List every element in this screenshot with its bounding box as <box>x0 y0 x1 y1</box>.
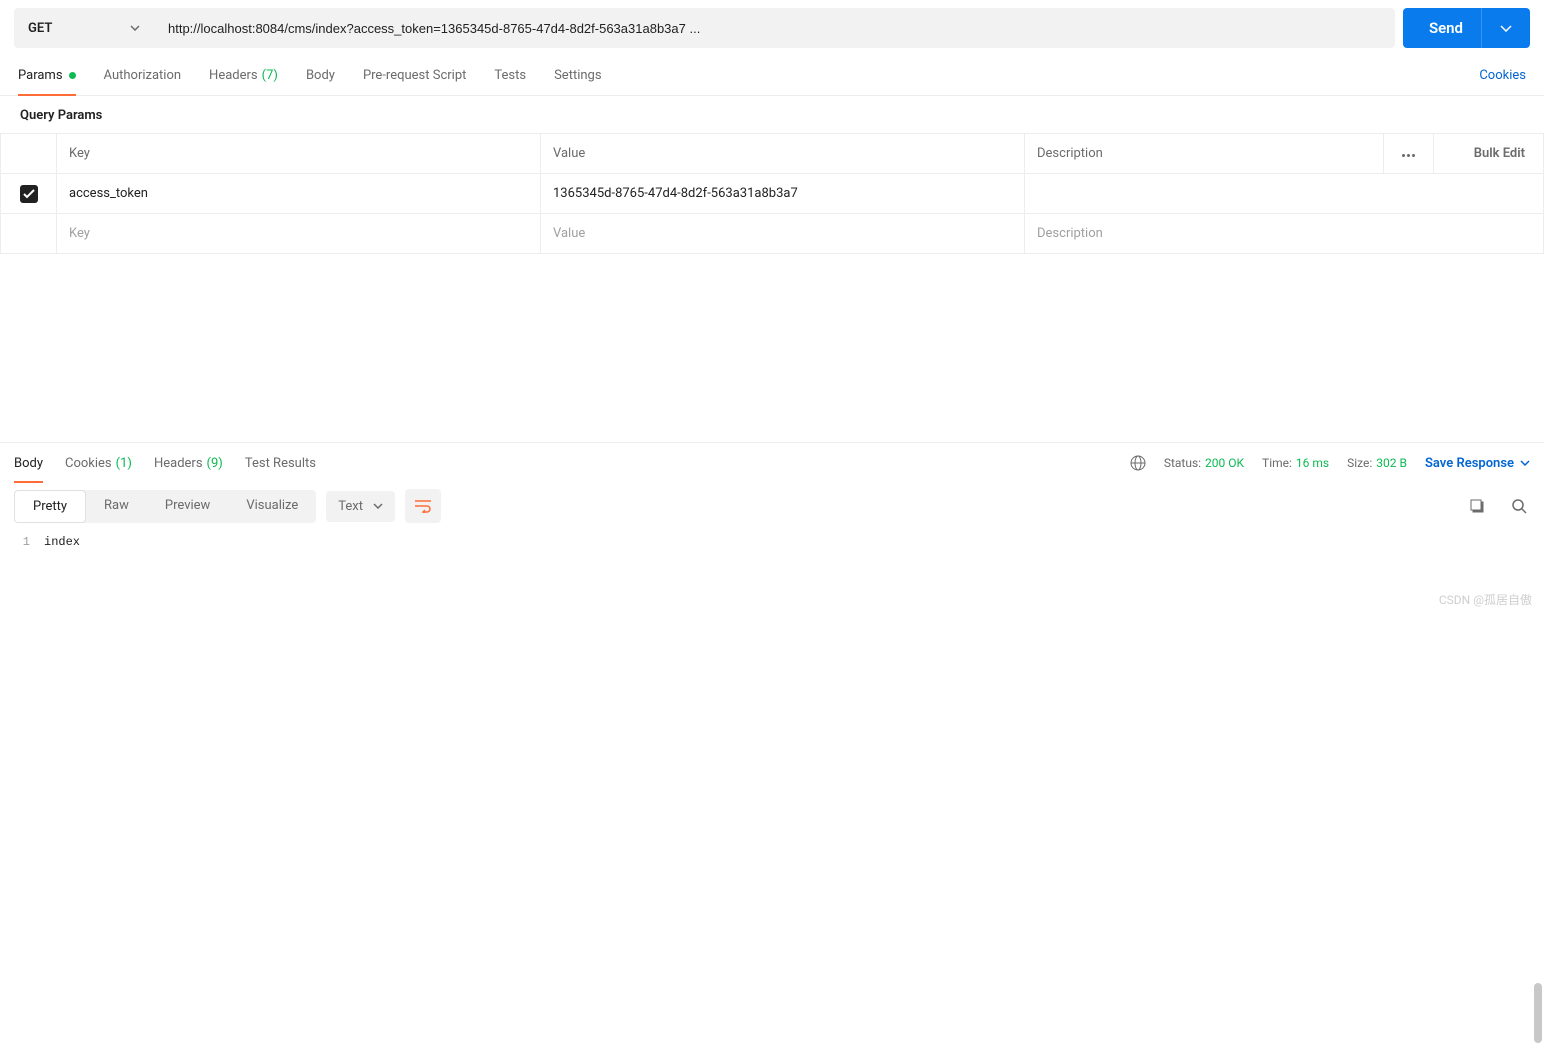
copy-icon <box>1469 498 1485 514</box>
view-raw-button[interactable]: Raw <box>86 490 147 523</box>
tab-label: Pre-request Script <box>363 68 466 83</box>
cookies-link[interactable]: Cookies <box>1479 68 1526 83</box>
chevron-down-icon <box>1520 460 1530 466</box>
table-row[interactable]: access_token 1365345d-8765-47d4-8d2f-563… <box>1 174 1544 214</box>
cookies-label: Cookies <box>1479 68 1526 83</box>
more-columns-icon <box>1402 154 1415 157</box>
tab-label: Headers <box>209 68 258 83</box>
copy-button[interactable] <box>1466 495 1488 517</box>
table-row-empty[interactable]: Key Value Description <box>1 214 1544 254</box>
resp-tab-headers[interactable]: Headers (9) <box>154 443 223 483</box>
url-input[interactable] <box>154 8 1395 48</box>
checkbox-checked-icon[interactable] <box>20 185 38 203</box>
resp-tab-testresults[interactable]: Test Results <box>245 443 316 483</box>
tab-count: (7) <box>262 68 278 83</box>
http-method-select[interactable]: GET <box>14 8 154 48</box>
size-value: 302 B <box>1376 456 1407 470</box>
tab-label: Body <box>306 68 335 83</box>
params-table: Key Value Description Bulk Edit access_t… <box>0 133 1544 254</box>
col-key-header: Key <box>57 134 541 174</box>
format-label: Text <box>338 499 363 514</box>
tab-tests[interactable]: Tests <box>494 56 526 95</box>
tab-headers[interactable]: Headers (7) <box>209 56 278 95</box>
tab-settings[interactable]: Settings <box>554 56 601 95</box>
placeholder-description: Description <box>1037 226 1103 241</box>
query-params-title: Query Params <box>0 96 1544 133</box>
code-line: index <box>44 535 80 549</box>
tab-authorization[interactable]: Authorization <box>104 56 182 95</box>
col-description-header: Description <box>1025 134 1384 174</box>
param-value-cell[interactable]: 1365345d-8765-47d4-8d2f-563a31a8b3a7 <box>541 174 1025 214</box>
tab-label: Test Results <box>245 456 316 471</box>
resp-tab-body[interactable]: Body <box>14 443 43 483</box>
tab-label: Settings <box>554 68 601 83</box>
col-value-header: Value <box>541 134 1025 174</box>
view-preview-button[interactable]: Preview <box>147 490 228 523</box>
tab-label: Body <box>14 456 43 471</box>
response-body: 1 index <box>0 529 1544 555</box>
send-button[interactable]: Send <box>1403 8 1530 48</box>
col-check-header <box>1 134 57 174</box>
tab-body[interactable]: Body <box>306 56 335 95</box>
chevron-down-icon <box>130 25 140 31</box>
watermark: CSDN @孤居自傲 <box>1439 591 1532 608</box>
save-response-button[interactable]: Save Response <box>1425 456 1530 471</box>
globe-icon[interactable] <box>1130 455 1146 471</box>
bulk-edit-button[interactable]: Bulk Edit <box>1434 134 1544 174</box>
modified-dot-icon <box>69 72 76 79</box>
time-label: Time: <box>1262 456 1292 470</box>
view-visualize-button[interactable]: Visualize <box>228 490 316 523</box>
line-number: 1 <box>14 535 44 549</box>
scrollbar-thumb[interactable] <box>1534 983 1542 1043</box>
status-label: Status: <box>1164 456 1201 470</box>
time-value: 16 ms <box>1296 456 1329 470</box>
tab-count: (9) <box>207 456 223 471</box>
tab-label: Params <box>18 68 63 83</box>
param-key-cell[interactable]: access_token <box>57 174 541 214</box>
view-mode-segment: Pretty Raw Preview Visualize <box>14 490 316 523</box>
tab-label: Authorization <box>104 68 182 83</box>
save-response-label: Save Response <box>1425 456 1514 471</box>
tab-label: Cookies <box>65 456 112 471</box>
placeholder-value: Value <box>553 226 585 241</box>
http-method-label: GET <box>28 21 52 36</box>
size-label: Size: <box>1347 456 1372 470</box>
size-meta: Size: 302 B <box>1347 456 1407 470</box>
search-icon <box>1511 498 1527 514</box>
chevron-down-icon <box>1500 25 1512 32</box>
format-select[interactable]: Text <box>326 491 395 522</box>
view-pretty-button[interactable]: Pretty <box>14 490 86 523</box>
wrap-icon <box>414 499 432 513</box>
time-meta: Time: 16 ms <box>1262 456 1329 470</box>
tab-count: (1) <box>116 456 132 471</box>
tab-params[interactable]: Params <box>18 56 76 95</box>
chevron-down-icon <box>373 503 383 509</box>
tab-label: Tests <box>494 68 526 83</box>
col-more-header[interactable] <box>1384 134 1434 174</box>
tab-label: Headers <box>154 456 203 471</box>
status-value: 200 OK <box>1205 456 1244 470</box>
resp-tab-cookies[interactable]: Cookies (1) <box>65 443 132 483</box>
send-label: Send <box>1429 19 1463 37</box>
placeholder-key: Key <box>69 226 90 241</box>
wrap-lines-button[interactable] <box>405 489 441 523</box>
send-dropdown[interactable] <box>1481 8 1530 48</box>
param-description-cell[interactable] <box>1025 174 1544 214</box>
search-button[interactable] <box>1508 495 1530 517</box>
status-meta: Status: 200 OK <box>1164 456 1244 470</box>
tab-prerequest[interactable]: Pre-request Script <box>363 56 466 95</box>
